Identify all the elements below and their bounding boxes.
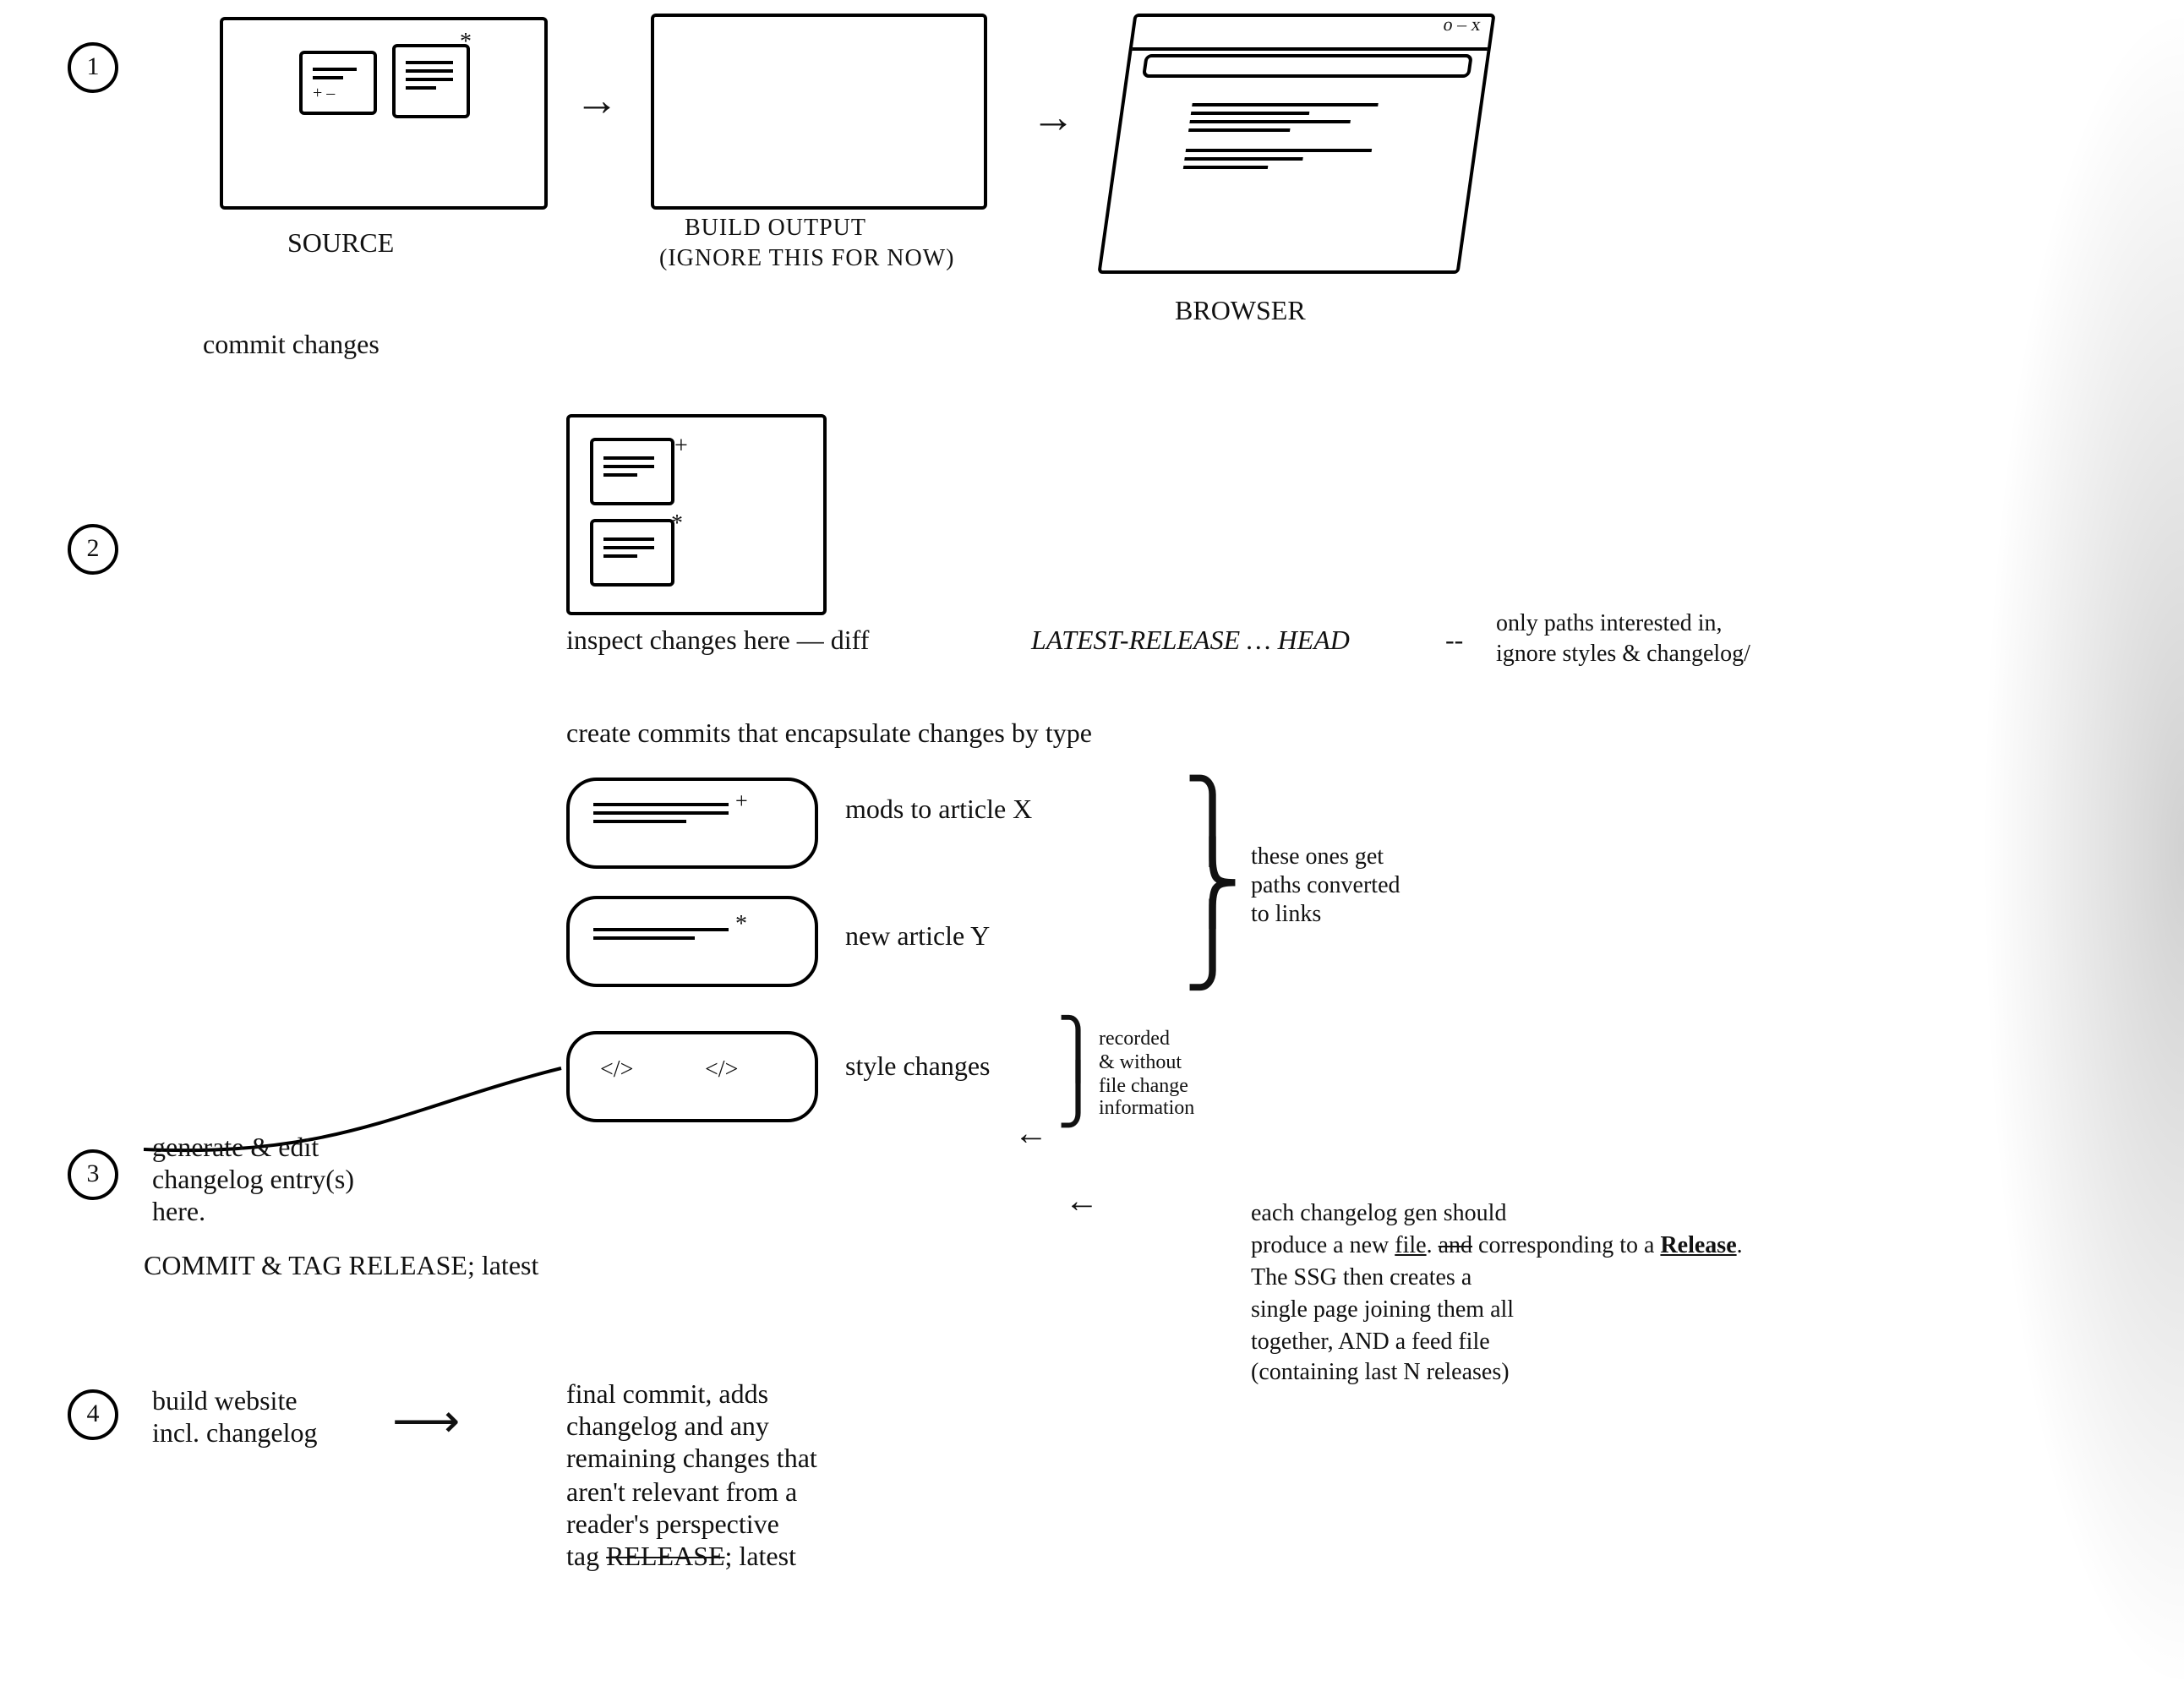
commit-c-label: style changes (845, 1051, 991, 1083)
commit-new-article: * (566, 896, 818, 987)
diff-range: LATEST-RELEASE … HEAD (1031, 625, 1350, 658)
page-content-lines (1182, 98, 1379, 174)
browser-window: o – x (1097, 14, 1495, 274)
create-commits-label: create commits that encapsulate changes … (566, 718, 1092, 750)
diff-note-1: only paths interested in, (1496, 612, 1723, 641)
build-output-box (651, 14, 987, 210)
doc-icon (590, 519, 674, 587)
step-3-marker: 3 (68, 1149, 118, 1200)
plus-icon: + (735, 788, 748, 815)
step-2-marker: 2 (68, 524, 118, 575)
diagram-page: 1 2 3 4 + – * SOURCE → BUILD OUTPUT (IGN… (0, 0, 2184, 1697)
changes-container: + * (566, 414, 827, 615)
inspect-label: inspect changes here — diff (566, 625, 869, 658)
window-controls-icon: o – x (1442, 15, 1482, 35)
brace2-note: recorded & without file change informati… (1099, 1028, 1194, 1121)
arrow-icon: → (575, 76, 619, 127)
arrow-icon: → (1031, 93, 1075, 144)
address-bar (1142, 54, 1473, 78)
doc-icon: + – (299, 51, 377, 115)
step-1-marker: 1 (68, 42, 118, 93)
diff-flag: -- (1445, 625, 1463, 658)
source-label: SOURCE (287, 228, 394, 260)
commit-changes-label: commit changes (203, 330, 379, 362)
commit-b-label: new article Y (845, 921, 990, 953)
step-4-marker: 4 (68, 1389, 118, 1440)
commit-tag-release: COMMIT & TAG RELEASE; latest (144, 1251, 538, 1283)
diff-note-2: ignore styles & changelog/ (1496, 642, 1750, 671)
code-icon: </> (705, 1058, 738, 1087)
scan-edge-shadow (1981, 0, 2184, 1697)
brace-icon: ⎫⎬⎭ (1183, 791, 1242, 978)
brace-icon: ⎫⎭ (1057, 1028, 1100, 1120)
star-icon: * (460, 30, 472, 57)
plus-icon: + (674, 434, 688, 461)
browser-titlebar: o – x (1132, 17, 1492, 51)
diff-icon: + – (313, 85, 335, 103)
build-output-label: BUILD OUTPUT (685, 216, 866, 245)
star-icon: * (671, 512, 683, 539)
arrow-icon: ⟶ (392, 1393, 456, 1450)
code-icon: </> (600, 1058, 633, 1087)
back-arrow-icon: ← (1014, 1116, 1048, 1154)
doc-icon (590, 438, 674, 505)
brace1-note: these ones get paths converted to links (1251, 845, 1400, 930)
build-output-sublabel: (IGNORE THIS FOR NOW) (659, 247, 954, 276)
back-arrow-icon: ← (1065, 1183, 1099, 1222)
generate-edit-note: generate & edit changelog entry(s) here. (152, 1132, 354, 1230)
build-website-note: build website incl. changelog (152, 1386, 318, 1451)
commit-mods-article: + (566, 778, 818, 869)
final-commit-note: final commit, adds changelog and any rem… (566, 1379, 938, 1574)
commit-style-changes: </> </> (566, 1031, 818, 1122)
browser-label: BROWSER (1175, 296, 1306, 328)
changelog-gen-note: each changelog gen should produce a new … (1251, 1200, 1961, 1392)
doc-icon (392, 44, 470, 118)
star-icon: * (735, 913, 747, 940)
commit-a-label: mods to article X (845, 794, 1032, 827)
source-box: + – * (220, 17, 548, 210)
